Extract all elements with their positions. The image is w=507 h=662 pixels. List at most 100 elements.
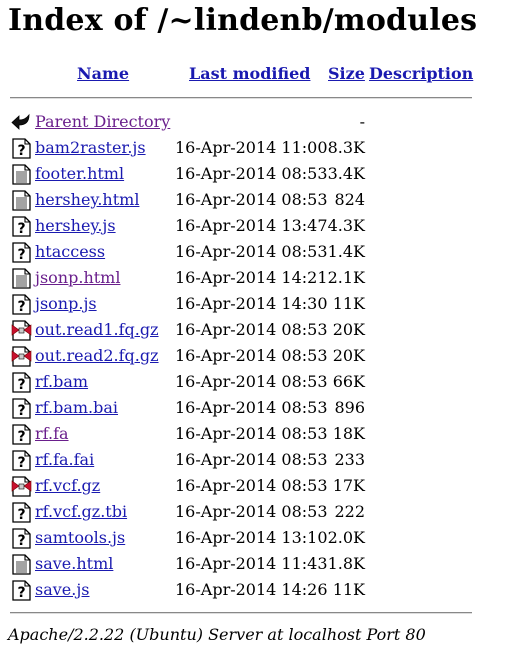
file-link[interactable]: out.read1.fq.gz (35, 320, 159, 340)
parent-directory-row: Parent Directory - (0, 109, 507, 135)
file-size-value: 1.8K (327, 554, 365, 573)
unknown-file-icon: ? (11, 502, 32, 523)
sort-by-name-link[interactable]: Name (77, 64, 129, 84)
last-modified-value: 16-Apr-2014 13:47 (175, 216, 328, 235)
svg-text:?: ? (17, 429, 25, 445)
file-row: ? samtools.js 16-Apr-2014 13:10 2.0K (0, 525, 507, 551)
file-size-value: 2.0K (327, 528, 365, 547)
file-row: out.read2.fq.gz 16-Apr-2014 08:53 20K (0, 343, 507, 369)
last-modified-value: 16-Apr-2014 14:21 (175, 268, 328, 287)
file-row: ? bam2raster.js 16-Apr-2014 11:00 8.3K (0, 135, 507, 161)
file-row: jsonp.html 16-Apr-2014 14:21 2.1K (0, 265, 507, 291)
last-modified-value: 16-Apr-2014 08:53 (175, 164, 328, 183)
unknown-file-icon: ? (11, 216, 32, 237)
file-link[interactable]: hershey.js (35, 216, 116, 236)
last-modified-value: 16-Apr-2014 11:00 (175, 138, 328, 157)
last-modified-value: 16-Apr-2014 08:53 (175, 346, 328, 365)
file-link[interactable]: rf.fa (35, 424, 69, 444)
file-size-value: 3.4K (327, 164, 365, 183)
last-modified-value: 16-Apr-2014 08:53 (175, 424, 328, 443)
last-modified-value: 16-Apr-2014 08:53 (175, 190, 328, 209)
file-link[interactable]: htaccess (35, 242, 105, 262)
file-row: ? rf.fa.fai 16-Apr-2014 08:53 233 (0, 447, 507, 473)
svg-text:?: ? (17, 533, 25, 549)
last-modified-value: 16-Apr-2014 08:53 (175, 398, 328, 417)
file-link[interactable]: rf.bam (35, 372, 88, 392)
file-link[interactable]: samtools.js (35, 528, 125, 548)
file-size-value: 8.3K (327, 138, 365, 157)
file-row: ? jsonp.js 16-Apr-2014 14:30 11K (0, 291, 507, 317)
file-size-value: 222 (334, 502, 365, 521)
file-row: ? rf.bam 16-Apr-2014 08:53 66K (0, 369, 507, 395)
file-row: ? save.js 16-Apr-2014 14:26 11K (0, 577, 507, 603)
last-modified-value: 16-Apr-2014 08:53 (175, 450, 328, 469)
file-link[interactable]: hershey.html (35, 190, 139, 210)
file-row: hershey.html 16-Apr-2014 08:53 824 (0, 187, 507, 213)
unknown-file-icon: ? (11, 528, 32, 549)
file-link[interactable]: rf.vcf.gz (35, 476, 100, 496)
unknown-file-icon: ? (11, 450, 32, 471)
file-row: out.read1.fq.gz 16-Apr-2014 08:53 20K (0, 317, 507, 343)
svg-text:?: ? (17, 507, 25, 523)
unknown-file-icon: ? (11, 424, 32, 445)
unknown-file-icon: ? (11, 242, 32, 263)
parent-directory-link[interactable]: Parent Directory (35, 112, 170, 132)
text-file-icon (11, 268, 32, 289)
file-link[interactable]: bam2raster.js (35, 138, 146, 158)
server-signature: Apache/2.2.22 (Ubuntu) Server at localho… (8, 625, 426, 644)
file-link[interactable]: save.html (35, 554, 113, 574)
last-modified-value: 16-Apr-2014 14:30 (175, 294, 328, 313)
back-icon (11, 112, 32, 133)
last-modified-value: 16-Apr-2014 08:53 (175, 502, 328, 521)
unknown-file-icon: ? (11, 580, 32, 601)
file-link[interactable]: rf.bam.bai (35, 398, 118, 418)
file-row: rf.vcf.gz 16-Apr-2014 08:53 17K (0, 473, 507, 499)
file-size-value: 896 (334, 398, 365, 417)
file-link[interactable]: footer.html (35, 164, 124, 184)
file-listing: Parent Directory -? bam2raster.js 16-Apr-20… (0, 109, 507, 603)
last-modified-value: 16-Apr-2014 08:53 (175, 476, 328, 495)
unknown-file-icon: ? (11, 294, 32, 315)
text-file-icon (11, 554, 32, 575)
svg-text:?: ? (17, 221, 25, 237)
file-link[interactable]: rf.fa.fai (35, 450, 94, 470)
svg-text:?: ? (17, 299, 25, 315)
svg-text:?: ? (17, 377, 25, 393)
sort-by-last-modified-link[interactable]: Last modified (189, 64, 310, 84)
file-row: ? rf.fa 16-Apr-2014 08:53 18K (0, 421, 507, 447)
file-size-value: 66K (332, 372, 365, 391)
file-link[interactable]: rf.vcf.gz.tbi (35, 502, 127, 522)
file-row: ? hershey.js 16-Apr-2014 13:47 4.3K (0, 213, 507, 239)
last-modified-value: 16-Apr-2014 11:43 (175, 554, 328, 573)
file-size-value: 20K (332, 346, 365, 365)
file-size-value: 20K (332, 320, 365, 339)
file-link[interactable]: save.js (35, 580, 90, 600)
last-modified-value: 16-Apr-2014 08:53 (175, 242, 328, 261)
file-link[interactable]: out.read2.fq.gz (35, 346, 159, 366)
compressed-file-icon (11, 320, 32, 341)
last-modified-value: 16-Apr-2014 08:53 (175, 372, 328, 391)
svg-text:?: ? (17, 585, 25, 601)
file-link[interactable]: jsonp.html (35, 268, 120, 288)
file-size-value: 11K (332, 294, 365, 313)
file-size-value: - (359, 112, 365, 131)
last-modified-value: 16-Apr-2014 13:10 (175, 528, 328, 547)
file-size-value: 824 (334, 190, 365, 209)
file-size-value: 1.4K (327, 242, 365, 261)
file-row: ? rf.bam.bai 16-Apr-2014 08:53 896 (0, 395, 507, 421)
file-size-value: 18K (332, 424, 365, 443)
footer-divider (10, 612, 472, 614)
file-size-value: 233 (334, 450, 365, 469)
unknown-file-icon: ? (11, 372, 32, 393)
file-link[interactable]: jsonp.js (35, 294, 97, 314)
file-row: ? rf.vcf.gz.tbi 16-Apr-2014 08:53 222 (0, 499, 507, 525)
last-modified-value: 16-Apr-2014 14:26 (175, 580, 328, 599)
sort-by-size-link[interactable]: Size (328, 64, 365, 84)
file-row: save.html 16-Apr-2014 11:43 1.8K (0, 551, 507, 577)
svg-text:?: ? (17, 143, 25, 159)
svg-text:?: ? (17, 455, 25, 471)
page-title: Index of /~lindenb/modules (8, 3, 478, 38)
unknown-file-icon: ? (11, 398, 32, 419)
file-size-value: 2.1K (327, 268, 365, 287)
sort-by-description-link[interactable]: Description (369, 64, 473, 84)
